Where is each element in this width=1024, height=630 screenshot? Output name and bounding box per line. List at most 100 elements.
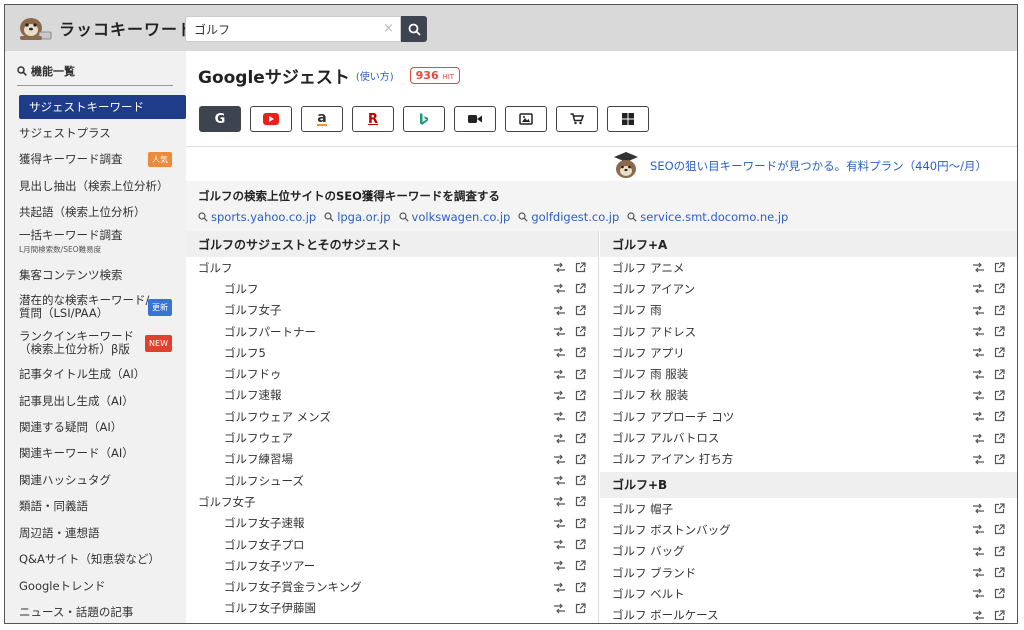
- external-link-icon[interactable]: [994, 390, 1005, 401]
- tab-rakuten[interactable]: R: [352, 106, 394, 132]
- list-item-text[interactable]: ゴルフウェア: [186, 430, 293, 446]
- external-link-icon[interactable]: [575, 262, 586, 273]
- swap-icon[interactable]: [972, 411, 985, 422]
- list-item[interactable]: ゴルフ 雨: [600, 300, 1017, 321]
- list-item-text[interactable]: ゴルフ 帽子: [600, 501, 673, 517]
- sidebar-item-suggest-keyword[interactable]: サジェストキーワード: [19, 95, 186, 119]
- list-item-text[interactable]: ゴルフ 雨: [600, 302, 662, 318]
- external-link-icon[interactable]: [994, 305, 1005, 316]
- promo-banner[interactable]: SEOの狙い目キーワードが見つかる。有料プラン（440円〜/月）: [610, 151, 987, 181]
- sidebar-item-content-search[interactable]: 集客コンテンツ検索: [5, 265, 186, 285]
- sidebar-item-cooccurrence[interactable]: 共起語（検索上位分析）: [5, 202, 186, 222]
- list-item[interactable]: ゴルフ バッグ: [600, 541, 1017, 562]
- search-input[interactable]: [185, 16, 401, 42]
- list-item-text[interactable]: ゴルフ ブランド: [600, 565, 696, 581]
- swap-icon[interactable]: [553, 347, 566, 358]
- external-link-icon[interactable]: [994, 326, 1005, 337]
- swap-icon[interactable]: [553, 326, 566, 337]
- external-link-icon[interactable]: [575, 283, 586, 294]
- swap-icon[interactable]: [553, 603, 566, 614]
- seo-site-link[interactable]: service.smt.docomo.ne.jp: [627, 210, 788, 224]
- list-item-text[interactable]: ゴルフ: [186, 260, 233, 276]
- sidebar-item-acquired-keywords[interactable]: 獲得キーワード調査 人気: [5, 149, 186, 169]
- list-item[interactable]: ゴルフ: [186, 257, 598, 278]
- external-link-icon[interactable]: [575, 347, 586, 358]
- list-item[interactable]: ゴルフウェア メンズ: [186, 406, 598, 427]
- swap-icon[interactable]: [972, 567, 985, 578]
- external-link-icon[interactable]: [575, 603, 586, 614]
- external-link-icon[interactable]: [994, 524, 1005, 535]
- list-item-text[interactable]: ゴルフ 雨 服装: [600, 366, 688, 382]
- swap-icon[interactable]: [553, 411, 566, 422]
- external-link-icon[interactable]: [575, 305, 586, 316]
- list-item[interactable]: ゴルフ女子ツアー: [186, 555, 598, 576]
- list-item[interactable]: ゴルフ女子速報: [186, 513, 598, 534]
- external-link-icon[interactable]: [994, 411, 1005, 422]
- swap-icon[interactable]: [972, 283, 985, 294]
- list-item[interactable]: ゴルフ 帽子: [600, 498, 1017, 519]
- swap-icon[interactable]: [553, 390, 566, 401]
- list-item-text[interactable]: ゴルフ アルバトロス: [600, 430, 719, 446]
- sidebar-item-ai-questions[interactable]: 関連する疑問（AI）: [5, 417, 186, 437]
- swap-icon[interactable]: [553, 262, 566, 273]
- tab-google[interactable]: G: [199, 106, 241, 132]
- external-link-icon[interactable]: [575, 496, 586, 507]
- list-item[interactable]: ゴルフ ベルト: [600, 583, 1017, 604]
- list-item-text[interactable]: ゴルフ練習場: [186, 451, 293, 467]
- swap-icon[interactable]: [972, 610, 985, 621]
- swap-icon[interactable]: [553, 369, 566, 380]
- external-link-icon[interactable]: [575, 581, 586, 593]
- list-item-text[interactable]: ゴルフドゥ: [186, 366, 282, 382]
- swap-icon[interactable]: [553, 496, 566, 507]
- sidebar-item-associations[interactable]: 周辺語・連想語: [5, 523, 186, 543]
- swap-icon[interactable]: [972, 347, 985, 358]
- list-item[interactable]: ゴルフ アプローチ コツ: [600, 406, 1017, 427]
- external-link-icon[interactable]: [575, 326, 586, 337]
- swap-icon[interactable]: [972, 433, 985, 444]
- swap-icon[interactable]: [553, 518, 566, 529]
- list-item-text[interactable]: ゴルフ ベルト: [600, 586, 685, 602]
- list-item[interactable]: ゴルフ速報: [186, 385, 598, 406]
- list-item[interactable]: ゴルフ ボールケース: [600, 604, 1017, 623]
- list-item-text[interactable]: ゴルフ ボールケース: [600, 607, 719, 623]
- list-item[interactable]: ゴルフ アイアン 打ち方: [600, 449, 1017, 470]
- list-item-text[interactable]: ゴルフ アドレス: [600, 324, 696, 340]
- list-item[interactable]: ゴルフ アルバトロス: [600, 427, 1017, 448]
- list-item-text[interactable]: ゴルフ アプローチ コツ: [600, 409, 734, 425]
- list-item[interactable]: ゴルフ5: [186, 342, 598, 363]
- list-item[interactable]: ゴルフ女子プロ: [186, 534, 598, 555]
- list-item-text[interactable]: ゴルフ アニメ: [600, 260, 684, 276]
- list-item[interactable]: ゴルフ 雨 服装: [600, 363, 1017, 384]
- swap-icon[interactable]: [972, 262, 985, 273]
- swap-icon[interactable]: [553, 433, 566, 444]
- list-item-text[interactable]: ゴルフ女子賞金ランキング: [186, 579, 362, 595]
- sidebar-item-rankin-keywords[interactable]: ランクインキーワード （検索上位分析）β版 NEW: [5, 327, 186, 359]
- sidebar-item-latent-keywords[interactable]: 潜在的な検索キーワード/質問（LSI/PAA） 更新: [5, 291, 186, 323]
- sidebar-item-news[interactable]: ニュース・話題の記事: [5, 602, 186, 622]
- external-link-icon[interactable]: [575, 539, 586, 550]
- list-item[interactable]: ゴルフ ブランド: [600, 562, 1017, 583]
- swap-icon[interactable]: [972, 503, 985, 514]
- list-item[interactable]: ゴルフ 秋 服装: [600, 385, 1017, 406]
- swap-icon[interactable]: [553, 539, 566, 550]
- list-item-text[interactable]: ゴルフ バッグ: [600, 543, 685, 559]
- list-item-text[interactable]: ゴルフ5: [186, 345, 266, 361]
- seo-site-link[interactable]: lpga.or.jp: [324, 210, 391, 224]
- external-link-icon[interactable]: [994, 567, 1005, 578]
- swap-icon[interactable]: [972, 305, 985, 316]
- swap-icon[interactable]: [553, 475, 566, 486]
- list-item-text[interactable]: ゴルフ女子速報: [186, 515, 305, 531]
- external-link-icon[interactable]: [575, 454, 586, 465]
- swap-icon[interactable]: [553, 454, 566, 465]
- swap-icon[interactable]: [972, 588, 985, 599]
- external-link-icon[interactable]: [994, 546, 1005, 557]
- list-item[interactable]: ゴルフ アプリ: [600, 342, 1017, 363]
- list-item-text[interactable]: ゴルフ女子: [186, 302, 282, 318]
- sidebar-item-ai-title[interactable]: 記事タイトル生成（AI）: [5, 364, 186, 384]
- external-link-icon[interactable]: [994, 347, 1005, 358]
- sidebar-item-ai-heading[interactable]: 記事見出し生成（AI）: [5, 391, 186, 411]
- list-item[interactable]: ゴルフドゥ: [186, 363, 598, 384]
- list-item[interactable]: ゴルフウェア: [186, 427, 598, 448]
- list-item[interactable]: ゴルフ女子: [186, 491, 598, 512]
- list-item-text[interactable]: ゴルフシューズ: [186, 473, 304, 489]
